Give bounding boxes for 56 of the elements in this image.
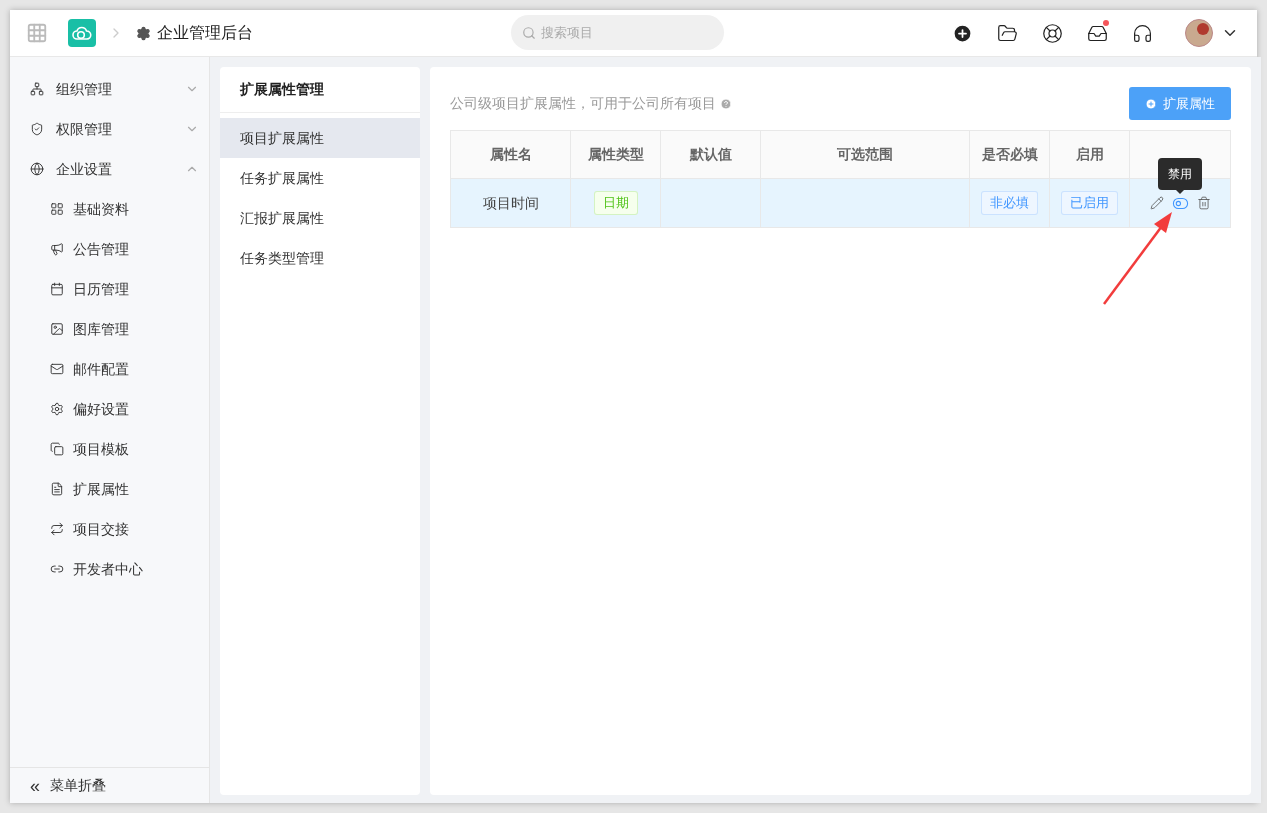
copy-icon — [50, 442, 64, 456]
search-field[interactable]: 搜索项目 — [511, 15, 724, 50]
megaphone-icon — [50, 242, 64, 256]
table-cell-text: 项目时间 — [482, 193, 539, 213]
sidebar-subitem[interactable]: 基础资料 — [10, 189, 209, 229]
settings-icon — [50, 402, 64, 416]
column-header: 默认值 — [689, 145, 732, 164]
sidebar-subitem[interactable]: 图库管理 — [10, 309, 209, 349]
avatar[interactable] — [1185, 19, 1213, 47]
shield-icon — [30, 122, 44, 136]
sidebar-item[interactable]: 权限管理 — [10, 109, 209, 149]
column-header: 属性类型 — [587, 145, 644, 164]
description-text: 公司级项目扩展属性，可用于公司所有项目 — [450, 94, 716, 113]
column-header: 启用 — [1075, 145, 1104, 164]
mail-icon — [50, 362, 64, 376]
search-icon — [522, 26, 536, 40]
sidebar-subitem[interactable]: 偏好设置 — [10, 389, 209, 429]
link-icon — [50, 562, 64, 576]
sidebar-item[interactable]: 组织管理 — [10, 69, 209, 109]
headset-icon[interactable] — [1132, 22, 1153, 44]
edit-icon[interactable] — [1149, 196, 1164, 210]
sidebar-subitem[interactable]: 开发者中心 — [10, 549, 209, 589]
submenu-item[interactable]: 任务扩展属性 — [220, 158, 420, 198]
tag: 非必填 — [981, 191, 1038, 215]
submenu-item[interactable]: 汇报扩展属性 — [220, 198, 420, 238]
folder-icon[interactable] — [997, 22, 1018, 44]
sidebar-subitem[interactable]: 邮件配置 — [10, 349, 209, 389]
inbox-icon[interactable] — [1087, 22, 1108, 44]
lifebuoy-icon[interactable] — [1042, 22, 1063, 44]
column-header: 可选范围 — [837, 145, 893, 164]
submenu-item[interactable]: 任务类型管理 — [220, 238, 420, 278]
tag: 已启用 — [1061, 191, 1118, 215]
sidebar-subitem[interactable]: 项目模板 — [10, 429, 209, 469]
sidebar-subitem[interactable]: 项目交接 — [10, 509, 209, 549]
column-header: 属性名 — [489, 145, 532, 164]
image-icon — [50, 322, 64, 336]
tag: 日期 — [593, 191, 638, 215]
sidebar-subitem[interactable]: 扩展属性 — [10, 469, 209, 509]
globe-icon — [30, 162, 44, 176]
sidebar-item[interactable]: 企业设置 — [10, 149, 209, 189]
add-icon[interactable] — [952, 22, 973, 44]
submenu-item[interactable]: 项目扩展属性 — [220, 118, 420, 158]
column-header: 是否必填 — [981, 145, 1038, 164]
document-icon — [50, 482, 64, 496]
calendar-icon — [50, 282, 64, 296]
collapse-menu-button[interactable]: « 菜单折叠 — [10, 767, 209, 803]
grid-icon — [50, 202, 64, 216]
settings-icon — [136, 25, 151, 41]
submenu-title: 扩展属性管理 — [220, 67, 420, 113]
repeat-icon — [50, 522, 64, 536]
app-title: 企业管理后台 — [157, 23, 253, 43]
trash-icon[interactable] — [1196, 196, 1211, 210]
sidebar-subitem[interactable]: 公告管理 — [10, 229, 209, 269]
hierarchy-icon — [30, 82, 44, 96]
sidebar-subitem[interactable]: 日历管理 — [10, 269, 209, 309]
plus-circle-icon — [1145, 97, 1157, 110]
